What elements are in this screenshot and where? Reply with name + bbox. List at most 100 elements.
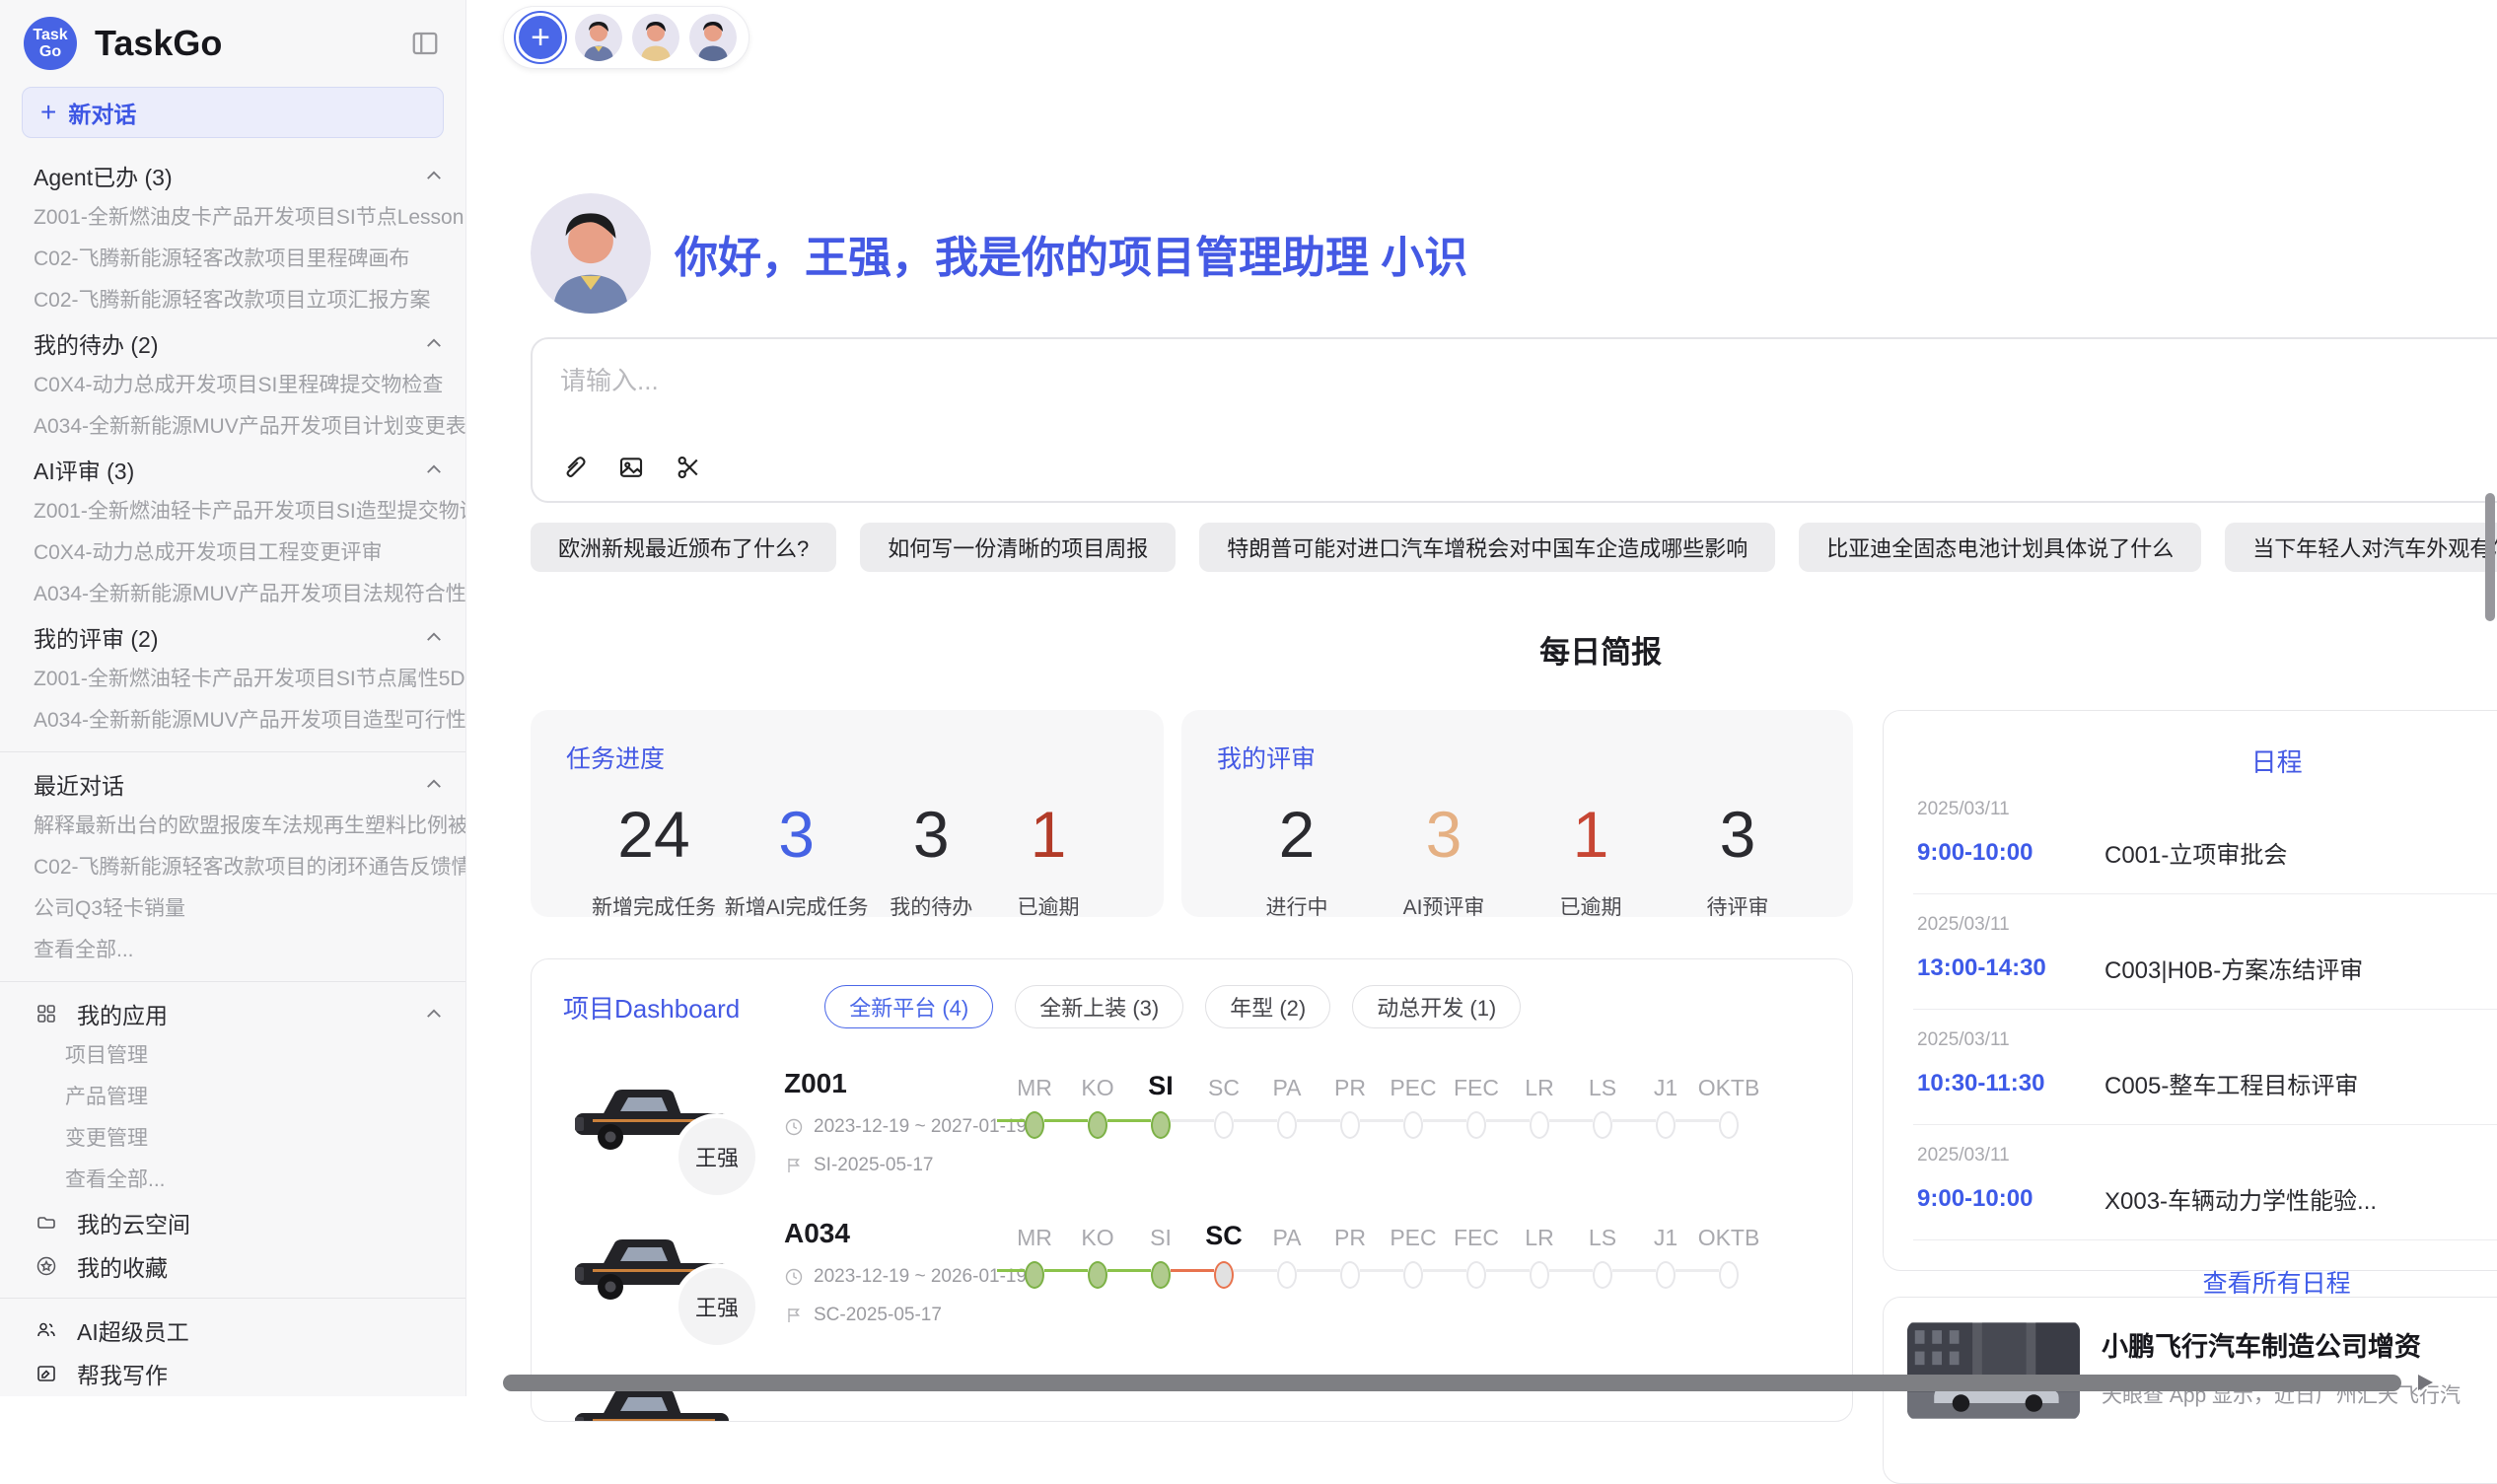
scissors-icon[interactable]	[673, 452, 704, 483]
sidebar-recent: 最近对话解释最新出台的欧盟报废车法规再生塑料比例被调至15%...C02-飞腾新…	[0, 762, 465, 971]
dashboard-filter-chip[interactable]: 动总开发 (1)	[1352, 985, 1521, 1028]
sidebar-chat-item[interactable]: A034-全新新能源MUV产品开发项目造型可行性评审	[0, 700, 465, 742]
sidebar-chat-item[interactable]: A034-全新新能源MUV产品开发项目计划变更表编写	[0, 406, 465, 448]
sidebar-section-header[interactable]: 最近对话	[0, 762, 465, 806]
collapse-sidebar-icon[interactable]	[408, 27, 442, 60]
schedule-item: 2025/03/1113:00-14:30C003|H0B-方案冻结评审加入	[1913, 894, 2497, 1010]
new-chat-label: 新对话	[68, 96, 136, 129]
milestone-connector	[1360, 1269, 1403, 1272]
milestone-connector	[1549, 1269, 1593, 1272]
sidebar-recent-item[interactable]: 公司Q3轻卡销量	[0, 888, 465, 930]
milestone-track: MRKOSISCPAPRPECFECLRLSJ1OKTB	[1003, 1214, 1820, 1328]
dashboard-filter-chip[interactable]: 全新上装 (3)	[1015, 985, 1183, 1028]
sidebar-chat-item[interactable]: C0X4-动力总成开发项目工程变更评审	[0, 532, 465, 574]
milestone-connector	[1676, 1269, 1719, 1272]
project-dashboard-card: 项目Dashboard 全新平台 (4)全新上装 (3)年型 (2)动总开发 (…	[531, 958, 1853, 1422]
stats-card: 任务进度24新增完成任务3新增AI完成任务3我的待办1已逾期	[531, 710, 1164, 917]
suggestion-chip[interactable]: 特朗普可能对进口汽车增税会对中国车企造成哪些影响	[1199, 523, 1775, 572]
project-code: Z001	[784, 1068, 1003, 1099]
sidebar-section-header[interactable]: AI评审 (3)	[0, 448, 465, 491]
horizontal-scrollbar[interactable]	[503, 1375, 2401, 1391]
sidebar-recent-item[interactable]: C02-飞腾新能源轻客改款项目的闭环通告反馈情况	[0, 847, 465, 888]
clock-icon	[784, 1267, 804, 1287]
project-flag-text: SI-2025-05-17	[814, 1155, 933, 1176]
chevron-up-icon	[424, 1004, 444, 1024]
sidebar-tool-write[interactable]: 帮我写作	[0, 1352, 465, 1395]
sidebar-chat-item[interactable]: Z001-全新燃油皮卡产品开发项目SI节点Lesson Learn报告	[0, 197, 465, 239]
chevron-up-icon	[424, 333, 444, 353]
plus-icon: +	[40, 97, 56, 128]
image-upload-icon[interactable]	[615, 452, 647, 483]
add-conversation-button[interactable]: +	[516, 13, 565, 62]
left-column: 任务进度24新增完成任务3新增AI完成任务3我的待办1已逾期我的评审2进行中3A…	[531, 710, 1853, 1484]
sidebar-app-item[interactable]: 项目管理	[0, 1035, 465, 1077]
section-title: AI评审 (3)	[34, 453, 424, 486]
milestone-node	[1340, 1261, 1360, 1289]
milestone: OKTB	[1697, 1064, 1760, 1178]
sidebar-chat-item[interactable]: C02-飞腾新能源轻客改款项目里程碑画布	[0, 239, 465, 280]
sidebar-chat-item[interactable]: C0X4-动力总成开发项目SI里程碑提交物检查	[0, 365, 465, 406]
section-title: 我的评审 (2)	[34, 620, 424, 654]
clock-icon	[784, 1117, 804, 1137]
milestone-label: OKTB	[1697, 1064, 1760, 1105]
project-row[interactable]: 王强A0342023-12-19 ~ 2026-01-19SC-2025-05-…	[563, 1218, 1820, 1328]
milestone-node	[1277, 1261, 1297, 1289]
sidebar-item-cloud-space[interactable]: 我的云空间	[0, 1201, 465, 1244]
milestone-label: LR	[1508, 1064, 1571, 1105]
view-all-schedule-link[interactable]: 查看所有日程	[1913, 1264, 2497, 1300]
milestone-connector	[1044, 1119, 1088, 1122]
milestone-label: LS	[1571, 1064, 1634, 1105]
sidebar-item-star[interactable]: 我的收藏	[0, 1244, 465, 1288]
milestone-label: KO	[1066, 1214, 1129, 1255]
project-row[interactable]: 王强Z0012023-12-19 ~ 2027-01-19SI-2025-05-…	[563, 1068, 1820, 1178]
stat-label: 待评审	[1683, 891, 1792, 921]
milestone-node	[1719, 1261, 1739, 1289]
milestone-connector	[1612, 1269, 1656, 1272]
dashboard-filter-chip[interactable]: 全新平台 (4)	[824, 985, 993, 1028]
sidebar-section-header[interactable]: Agent已办 (3)	[0, 154, 465, 197]
project-next-milestone: SI-2025-05-17	[784, 1155, 1003, 1176]
milestone-label: PEC	[1382, 1214, 1445, 1255]
sidebar-tool-people[interactable]: AI超级员工	[0, 1308, 465, 1352]
suggestion-chip[interactable]: 比亚迪全固态电池计划具体说了什么	[1799, 523, 2201, 572]
scroll-right-arrow[interactable]	[2418, 1375, 2433, 1390]
suggestion-chip[interactable]: 当下年轻人对汽车外观有怎样的喜好趋势	[2225, 523, 2497, 572]
milestone-label: LR	[1508, 1214, 1571, 1255]
sidebar-shortcuts: 我的云空间我的收藏	[0, 1201, 465, 1288]
schedule-time: 9:00-10:00	[1917, 839, 2105, 867]
milestone-label: SC	[1192, 1214, 1255, 1255]
conversation-avatar-3[interactable]	[689, 14, 737, 61]
stat: 2进行中	[1243, 799, 1351, 921]
suggestion-chip[interactable]: 欧洲新规最近颁布了什么?	[531, 523, 836, 572]
vertical-scrollbar[interactable]	[2485, 493, 2495, 621]
sidebar-recent-item[interactable]: 解释最新出台的欧盟报废车法规再生塑料比例被调至15%...	[0, 806, 465, 847]
milestone-node	[1530, 1111, 1549, 1139]
chat-input[interactable]	[558, 359, 2497, 426]
composer-toolbar	[558, 452, 2497, 483]
milestone-label: MR	[1003, 1064, 1066, 1105]
shortcut-label: 我的收藏	[77, 1249, 168, 1283]
sidebar-app-item[interactable]: 查看全部...	[0, 1160, 465, 1201]
sidebar-recent-item[interactable]: 查看全部...	[0, 930, 465, 971]
sidebar-section-header[interactable]: 我的待办 (2)	[0, 321, 465, 365]
new-chat-button[interactable]: + 新对话	[22, 87, 444, 138]
sidebar-item-my-apps[interactable]: 我的应用	[0, 992, 465, 1035]
schedule-date: 2025/03/11	[1917, 1029, 2497, 1051]
project-list: 王强Z0012023-12-19 ~ 2027-01-19SI-2025-05-…	[563, 1068, 1820, 1422]
divider	[0, 981, 465, 982]
sidebar-app-item[interactable]: 产品管理	[0, 1077, 465, 1118]
sidebar-chat-item[interactable]: Z001-全新燃油轻卡产品开发项目SI造型提交物评审	[0, 491, 465, 532]
sidebar-chat-item[interactable]: C02-飞腾新能源轻客改款项目立项汇报方案	[0, 280, 465, 321]
sidebar-chat-item[interactable]: Z001-全新燃油轻卡产品开发项目SI节点属性5D文件评审	[0, 659, 465, 700]
suggestion-chip[interactable]: 如何写一份清晰的项目周报	[860, 523, 1176, 572]
stat-value: 2	[1243, 799, 1351, 870]
attachment-icon[interactable]	[558, 452, 590, 483]
sidebar-section-header[interactable]: 我的评审 (2)	[0, 615, 465, 659]
conversation-avatar-2[interactable]	[632, 14, 679, 61]
dashboard-filter-chip[interactable]: 年型 (2)	[1205, 985, 1330, 1028]
milestone-node	[1530, 1261, 1549, 1289]
conversation-avatar-1[interactable]	[575, 14, 622, 61]
sidebar-app-item[interactable]: 变更管理	[0, 1118, 465, 1160]
milestone-label: SI	[1129, 1214, 1192, 1255]
sidebar-chat-item[interactable]: A034-全新新能源MUV产品开发项目法规符合性评审	[0, 574, 465, 615]
